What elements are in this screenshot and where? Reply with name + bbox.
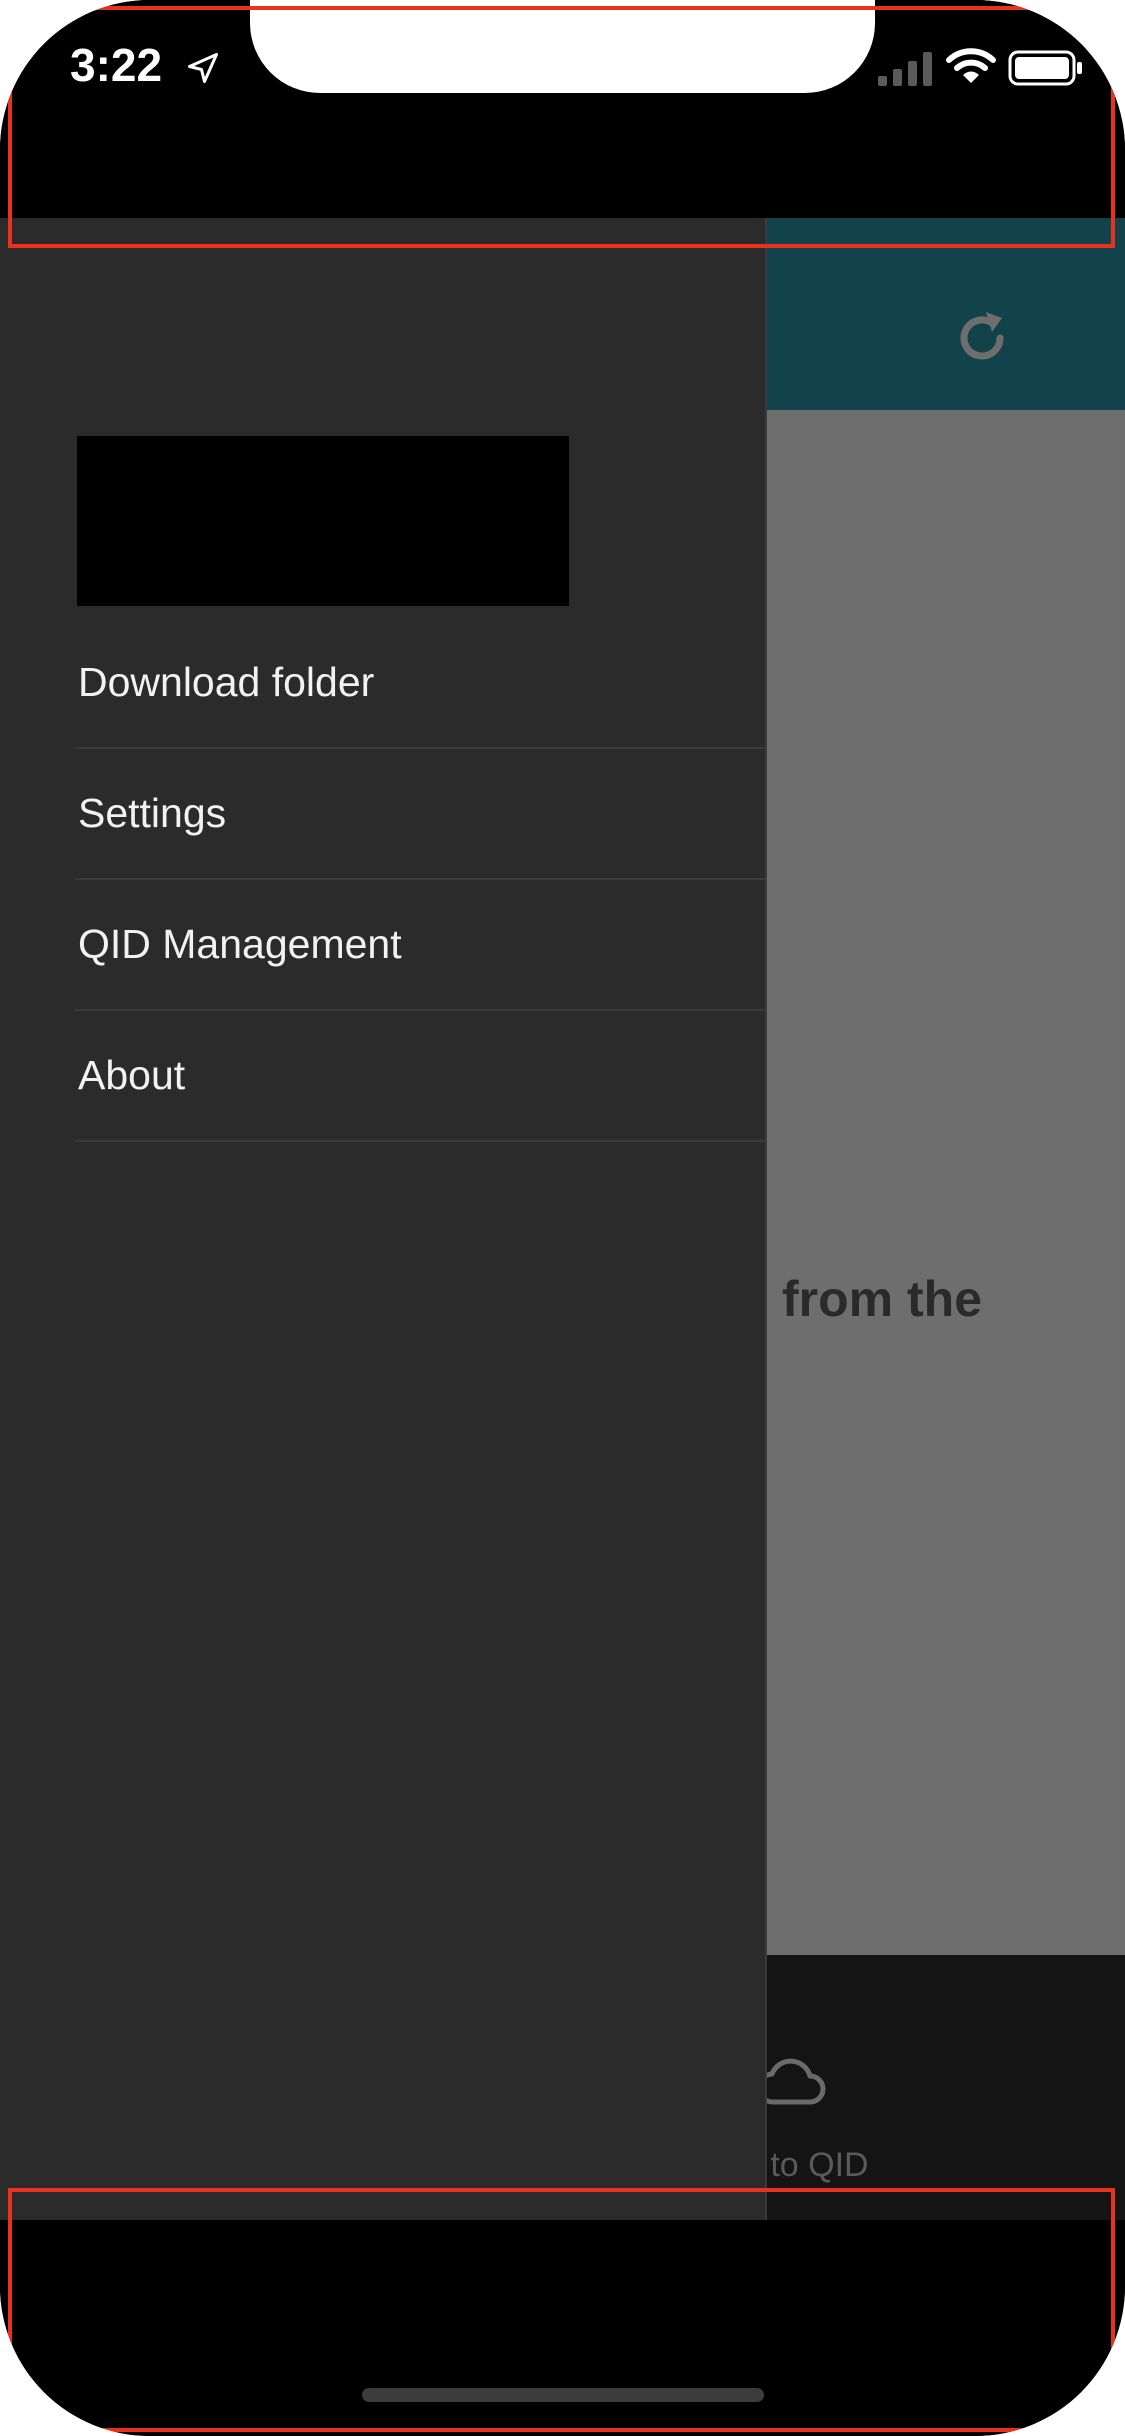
menu-item-download-folder[interactable]: Download folder [75,618,767,749]
home-indicator-area [0,2220,1125,2436]
cellular-signal-icon [878,52,932,86]
wifi-icon [946,48,996,83]
menu-item-label: About [78,1052,186,1098]
refresh-icon[interactable] [952,308,1012,368]
notch [250,0,875,93]
drawer-menu: Download folder Settings QID Management … [75,618,767,1142]
app-content-text: from the [782,1271,982,1327]
menu-item-about[interactable]: About [75,1011,767,1142]
menu-item-label: Settings [78,790,227,836]
menu-item-settings[interactable]: Settings [75,749,767,880]
status-bar: 3:22 [0,0,1125,218]
home-indicator[interactable] [362,2388,764,2402]
side-drawer: Download folder Settings QID Management … [0,218,767,2220]
location-arrow-icon [188,53,218,83]
menu-item-label: QID Management [78,921,402,967]
menu-item-qid-management[interactable]: QID Management [75,880,767,1011]
phone-screen: 3:22 from the n to QID Download folder S… [0,0,1125,2436]
redacted-logo [77,436,569,606]
battery-icon [1008,50,1082,86]
menu-item-label: Download folder [78,659,375,705]
status-time: 3:22 [70,39,163,91]
